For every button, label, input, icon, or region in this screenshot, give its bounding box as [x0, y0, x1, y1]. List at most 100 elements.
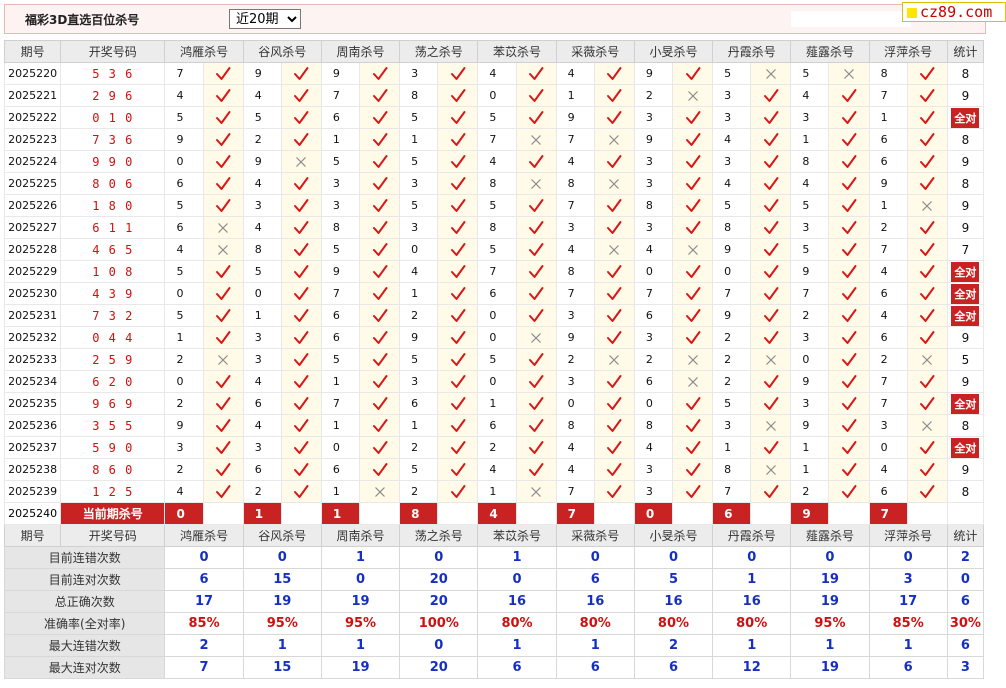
cross-icon — [531, 178, 541, 189]
table-row: 2025238 8 6 02 6 6 5 4 4 3 8 1 4 9 — [3, 458, 985, 481]
result-mark-cell — [359, 414, 401, 437]
kill-number-cell: 5 — [790, 62, 830, 85]
result-mark-cell — [437, 260, 479, 283]
check-icon — [685, 132, 701, 146]
check-icon — [920, 440, 935, 454]
kill-number-cell: 3 — [164, 436, 204, 459]
result-mark-cell — [280, 62, 322, 85]
result-mark-cell — [359, 216, 401, 239]
kill-number-cell: 3 — [868, 414, 908, 437]
check-icon — [294, 88, 309, 102]
check-icon — [607, 220, 622, 234]
draw-number-cell: 0 4 4 — [60, 326, 166, 349]
check-icon — [372, 88, 388, 102]
result-mark-cell — [515, 480, 557, 503]
check-icon — [372, 264, 388, 278]
cross-icon — [531, 332, 541, 343]
cross-icon — [922, 420, 933, 431]
period-select[interactable]: 近20期 — [229, 9, 301, 29]
kill-number-cell: 0 — [164, 150, 204, 173]
kill-number-cell: 5 — [790, 194, 830, 217]
stats-value: 2 — [946, 546, 985, 569]
period-cell: 2025230 — [3, 282, 62, 305]
check-icon — [372, 462, 388, 476]
check-icon — [763, 110, 779, 124]
table-row: 2025239 1 2 54 2 1 2 1 7 3 7 2 6 8 — [3, 480, 985, 503]
result-mark-cell — [671, 172, 714, 195]
cross-icon — [218, 222, 229, 233]
result-mark-cell — [828, 326, 870, 349]
result-mark-cell — [437, 370, 479, 393]
kill-number-cell: 0 — [712, 260, 752, 283]
check-icon — [294, 198, 309, 212]
kill-number-cell: 4 — [477, 458, 517, 481]
check-icon — [216, 330, 231, 344]
column-header: 采薇杀号 — [555, 524, 635, 547]
stats-value: 7 — [164, 656, 244, 679]
site-logo[interactable]: cz89.com — [902, 2, 1006, 22]
result-mark-cell — [593, 414, 635, 437]
result-mark-cell — [202, 128, 244, 151]
stats-value: 19 — [320, 656, 401, 679]
kill-number-cell: 6 — [242, 392, 282, 415]
kill-number-cell: 4 — [633, 436, 673, 459]
kill-number-cell: 5 — [399, 458, 439, 481]
check-icon — [529, 220, 544, 234]
kill-number-cell: 4 — [868, 458, 908, 481]
stats-value: 19 — [320, 590, 401, 613]
result-mark-cell — [515, 370, 557, 393]
kill-number-cell: 3 — [242, 326, 282, 349]
result-mark-cell — [593, 62, 635, 85]
period-cell: 2025232 — [3, 326, 62, 349]
result-mark-cell — [515, 414, 557, 437]
result-mark-cell — [671, 62, 714, 85]
result-mark-cell — [906, 128, 948, 151]
table-row: 2025227 6 1 16 4 8 3 8 3 3 8 3 2 9 — [3, 216, 985, 239]
check-icon — [294, 462, 309, 476]
kill-number-cell: 4 — [868, 304, 908, 327]
draw-number-cell: 0 1 0 — [60, 106, 166, 129]
result-mark-cell — [280, 128, 322, 151]
kill-number-cell: 5 — [712, 194, 752, 217]
result-mark-cell — [906, 326, 948, 349]
kill-number-cell: 2 — [633, 348, 673, 371]
result-mark-cell — [280, 414, 322, 437]
kill-number-cell: 7 — [712, 480, 752, 503]
check-icon — [294, 374, 309, 388]
check-icon — [450, 396, 466, 410]
stats-value: 16 — [712, 590, 792, 613]
result-mark-cell — [515, 326, 557, 349]
all-correct-badge: 全对 — [951, 305, 980, 326]
kill-number-cell: 3 — [712, 414, 752, 437]
check-icon — [294, 352, 309, 366]
result-mark-cell — [202, 458, 244, 481]
column-header: 开奖号码 — [60, 40, 166, 63]
check-icon — [372, 330, 388, 344]
kill-number-cell: 2 — [712, 370, 752, 393]
result-mark-cell — [750, 260, 792, 283]
check-icon — [372, 198, 388, 212]
kill-number-cell: 4 — [399, 260, 439, 283]
kill-number-cell: 1 — [399, 282, 439, 305]
table-row: 2025235 9 6 9 2 6 7 6 1 0 0 5 3 7 全对 — [3, 392, 985, 415]
kill-number-cell: 4 — [164, 238, 204, 261]
result-mark-cell — [437, 414, 479, 437]
kill-number-cell: 5 — [399, 348, 439, 371]
result-mark-cell — [359, 106, 401, 129]
kill-number-cell: 9 — [242, 62, 282, 85]
stats-value: 15 — [242, 568, 322, 591]
kill-number-cell: 3 — [555, 304, 595, 327]
stats-value: 80% — [633, 612, 714, 635]
stat-cell: 9 — [946, 326, 985, 349]
result-mark-cell — [437, 326, 479, 349]
check-icon — [685, 308, 701, 322]
stat-cell: 5 — [946, 348, 985, 371]
stats-value: 20 — [399, 590, 479, 613]
kill-number-cell: 1 — [320, 128, 361, 151]
current-kill-number: 1 — [320, 502, 361, 525]
kill-number-cell: 4 — [712, 172, 752, 195]
check-icon — [607, 198, 622, 212]
result-mark-cell — [280, 260, 322, 283]
result-mark-cell — [515, 282, 557, 305]
check-icon — [529, 88, 544, 102]
